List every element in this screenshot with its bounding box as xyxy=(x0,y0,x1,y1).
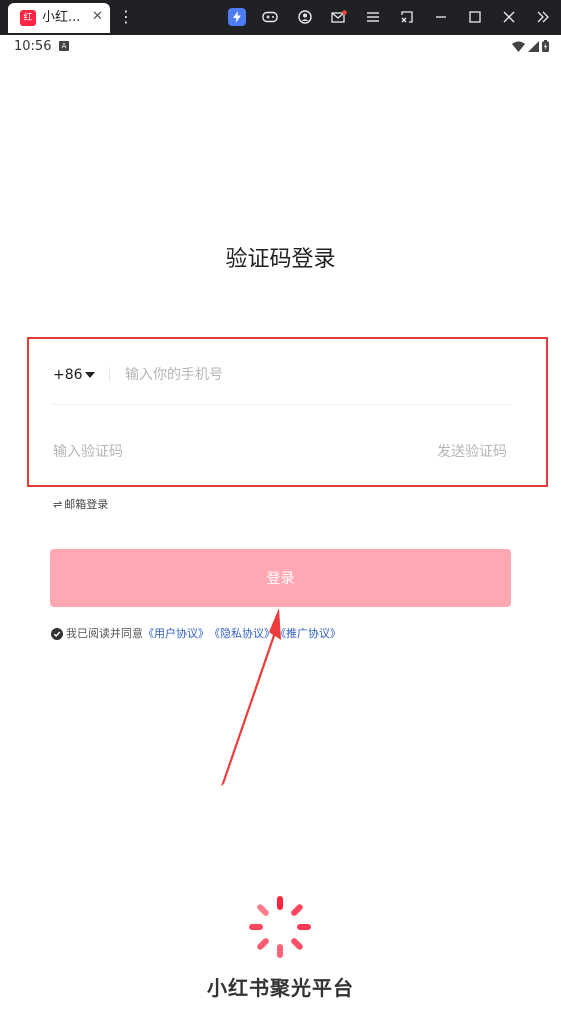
chevron-down-icon[interactable] xyxy=(85,372,95,378)
agreement-row: 我已阅读并同意 《用户协议》 《隐私协议》 《推广协议》 xyxy=(51,626,341,642)
page-title: 验证码登录 xyxy=(225,247,336,272)
email-login-link[interactable]: ⇌ 邮箱登录 xyxy=(53,497,108,513)
country-code-selector[interactable]: +86 xyxy=(53,366,83,384)
send-code-button[interactable]: 发送验证码 xyxy=(437,443,507,461)
divider xyxy=(53,404,511,405)
switch-icon: ⇌ xyxy=(53,498,63,511)
agreement-prefix: 我已阅读并同意 xyxy=(66,627,143,640)
browser-tab[interactable]: 红 小红... ✕ xyxy=(8,3,110,33)
maximize-icon[interactable] xyxy=(462,5,488,29)
bolt-icon[interactable] xyxy=(228,8,246,26)
notification-badge: A xyxy=(59,41,69,51)
screenshot-icon[interactable] xyxy=(394,5,420,29)
wifi-icon xyxy=(512,41,525,52)
kebab-menu-icon[interactable]: ⋮ xyxy=(118,7,134,27)
gamepad-icon[interactable] xyxy=(257,5,283,29)
minimize-icon[interactable] xyxy=(428,5,454,29)
divider xyxy=(109,367,110,382)
brand-name: 小红书聚光平台 xyxy=(207,976,354,1000)
tab-close-icon[interactable]: ✕ xyxy=(92,9,103,25)
battery-icon xyxy=(542,40,549,52)
annotation-arrow-icon xyxy=(221,608,281,786)
brand-logo-icon xyxy=(249,896,311,958)
emulator-title-bar: 红 小红... ✕ ⋮ xyxy=(0,0,561,35)
mail-icon[interactable] xyxy=(326,5,352,29)
privacy-agreement-link[interactable]: 《隐私协议》 xyxy=(209,626,275,642)
close-icon[interactable] xyxy=(496,5,522,29)
status-time: 10:56 xyxy=(14,39,52,54)
verification-code-input[interactable] xyxy=(53,441,353,463)
account-icon[interactable] xyxy=(292,5,318,29)
menu-icon[interactable] xyxy=(360,5,386,29)
signal-icon xyxy=(528,40,539,52)
form-highlight-box xyxy=(27,337,548,487)
user-agreement-link[interactable]: 《用户协议》 xyxy=(143,626,209,642)
phone-status-bar: 10:56 A xyxy=(0,35,561,59)
promotion-agreement-link[interactable]: 《推广协议》 xyxy=(275,626,341,642)
email-login-label: 邮箱登录 xyxy=(64,498,109,511)
login-button[interactable]: 登录 xyxy=(50,549,511,607)
more-icon[interactable] xyxy=(530,5,556,29)
tab-title: 小红... xyxy=(42,10,81,25)
app-favicon-icon: 红 xyxy=(20,10,36,26)
checkbox-checked-icon[interactable] xyxy=(51,628,63,640)
phone-input[interactable] xyxy=(125,364,505,386)
status-icons xyxy=(512,40,549,52)
